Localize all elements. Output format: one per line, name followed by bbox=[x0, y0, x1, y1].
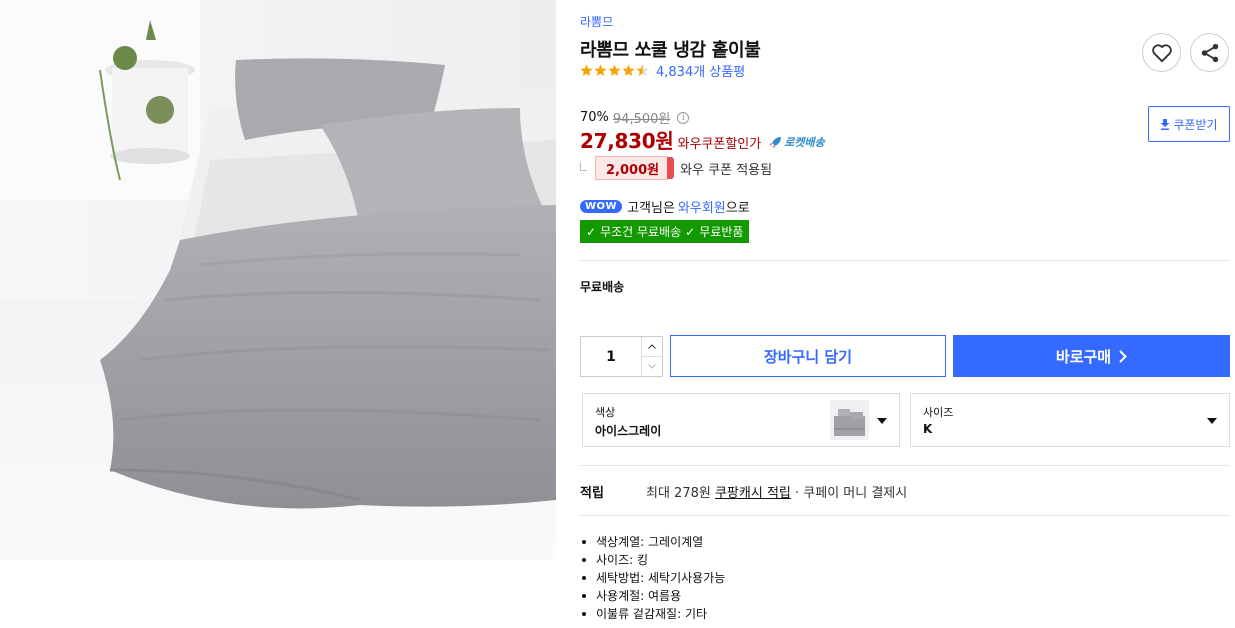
coupon-amount-tag: 2,000원 bbox=[595, 156, 675, 180]
points-text-suffix: · 쿠페이 머니 결제시 bbox=[795, 486, 908, 501]
wishlist-button[interactable] bbox=[1142, 33, 1181, 72]
buy-now-button[interactable]: 바로구매 bbox=[953, 335, 1230, 377]
rocket-delivery-label: 로켓배송 bbox=[784, 136, 825, 149]
sale-price: 27,830원 bbox=[580, 129, 674, 153]
divider bbox=[580, 515, 1230, 516]
points-label: 적립 bbox=[580, 486, 604, 501]
coupon-applied-text: 와우 쿠폰 적용됨 bbox=[680, 162, 773, 178]
caret-down-icon bbox=[877, 418, 887, 424]
divider bbox=[580, 260, 1230, 261]
quantity-stepper[interactable]: 1 bbox=[580, 336, 663, 377]
color-option-label: 색상 bbox=[595, 406, 616, 419]
discount-rate: 70% bbox=[580, 110, 609, 125]
points-text: 최대 278원 쿠팡캐시 적립 · 쿠페이 머니 결제시 bbox=[646, 482, 907, 501]
star-rating bbox=[580, 64, 650, 77]
rocket-delivery-badge: 로켓배송 bbox=[769, 134, 825, 150]
brand-link[interactable]: 라뽐므 bbox=[580, 13, 613, 30]
wow-member-link[interactable]: 와우회원 bbox=[678, 197, 726, 216]
chevron-down-icon bbox=[648, 364, 656, 369]
wow-badge: WOW bbox=[580, 200, 623, 213]
size-option-label: 사이즈 bbox=[923, 406, 954, 419]
price-row: 27,830원 와우쿠폰할인가 로켓배송 bbox=[580, 125, 825, 154]
attribute-item: 이불류 겉감재질: 기타 bbox=[580, 605, 725, 623]
rating-row[interactable]: 4,834개 상품평 bbox=[580, 61, 745, 80]
share-button[interactable] bbox=[1190, 33, 1229, 72]
benefit-free-shipping: 무조건 무료배송 bbox=[600, 225, 682, 239]
wow-text-prefix: 고객님은 bbox=[627, 201, 675, 216]
tree-corner bbox=[580, 161, 587, 171]
color-option-select[interactable]: 색상 아이스그레이 bbox=[582, 393, 900, 447]
review-count-link[interactable]: 4,834개 상품평 bbox=[656, 61, 745, 80]
wow-benefit-badge: ✓ 무조건 무료배송 ✓ 무료반품 bbox=[580, 220, 750, 243]
attribute-item: 사용계절: 여름용 bbox=[580, 587, 725, 605]
size-option-select[interactable]: 사이즈 K bbox=[910, 393, 1230, 447]
points-row: 적립 최대 278원 쿠팡캐시 적립 · 쿠페이 머니 결제시 bbox=[580, 482, 907, 501]
quantity-input[interactable]: 1 bbox=[581, 337, 641, 376]
chevron-right-icon bbox=[1119, 349, 1128, 363]
wow-price-label: 와우쿠폰할인가 bbox=[677, 137, 762, 152]
coupon-download-button[interactable]: 쿠폰받기 bbox=[1148, 106, 1230, 142]
product-attributes: 색상계열: 그레이계열 사이즈: 킹 세탁방법: 세탁기사용가능 사용계절: 여… bbox=[580, 533, 725, 623]
caret-down-icon bbox=[1207, 418, 1217, 424]
color-option-thumbnail bbox=[830, 400, 869, 440]
coupon-download-label: 쿠폰받기 bbox=[1173, 117, 1218, 132]
attribute-item: 세탁방법: 세탁기사용가능 bbox=[580, 569, 725, 587]
download-icon bbox=[1160, 118, 1170, 130]
add-to-cart-button[interactable]: 장바구니 담기 bbox=[670, 335, 946, 377]
divider bbox=[580, 465, 1230, 466]
color-option-value: 아이스그레이 bbox=[595, 424, 662, 438]
quantity-decrease-button[interactable] bbox=[642, 356, 662, 376]
info-icon[interactable]: i bbox=[677, 111, 690, 124]
buy-now-label: 바로구매 bbox=[1055, 347, 1112, 366]
wow-text-suffix: 으로 bbox=[725, 201, 750, 216]
shipping-info: 무료배송 bbox=[580, 280, 625, 294]
coupon-applied-row: 2,000원 와우 쿠폰 적용됨 bbox=[580, 156, 772, 180]
rocket-icon bbox=[769, 137, 782, 148]
share-icon bbox=[1201, 43, 1218, 62]
benefit-free-return: 무료반품 bbox=[699, 225, 744, 239]
wow-member-row: WOW 고객님은 와우회원 으로 bbox=[580, 197, 750, 216]
size-option-value: K bbox=[923, 422, 933, 436]
coupang-cash-link[interactable]: 쿠팡캐시 적립 bbox=[715, 486, 791, 501]
check-icon: ✓ bbox=[586, 224, 597, 239]
points-text-prefix: 최대 278원 bbox=[646, 486, 711, 501]
heart-icon bbox=[1151, 43, 1172, 62]
product-image[interactable] bbox=[0, 0, 556, 560]
check-icon: ✓ bbox=[685, 224, 696, 239]
attribute-item: 색상계열: 그레이계열 bbox=[580, 533, 725, 551]
product-title: 라뽐므 쏘쿨 냉감 홑이불 bbox=[580, 40, 761, 61]
chevron-up-icon bbox=[648, 344, 656, 349]
attribute-item: 사이즈: 킹 bbox=[580, 551, 725, 569]
quantity-increase-button[interactable] bbox=[642, 337, 662, 356]
